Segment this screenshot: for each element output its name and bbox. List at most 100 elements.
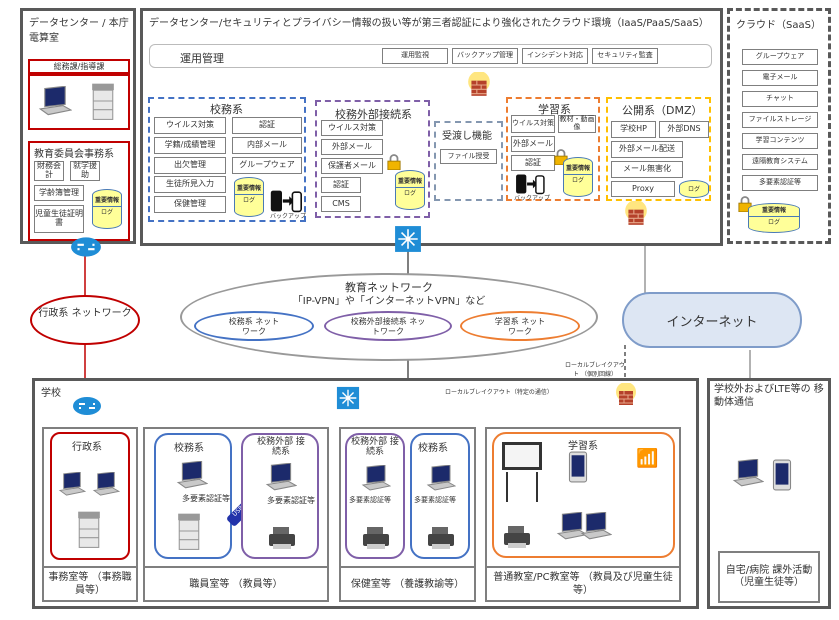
firewall-icon [623, 201, 649, 227]
koumu-ext-item: ウイルス対策 [321, 120, 383, 136]
wifi-access-point-icon: 📶 [636, 448, 659, 469]
koumu-item: ウイルス対策 [154, 117, 226, 134]
dmz-box: 公開系（DMZ） 学校HP 外部DNS 外部メール配送 メール無害化 Proxy… [606, 97, 711, 201]
laptop-icon [580, 512, 612, 540]
school-switch-icon [336, 386, 360, 410]
dmz-item: 外部DNS [659, 121, 709, 138]
mfa-label: 多要素認証等 [349, 496, 391, 504]
saas-item: ファイルストレージ [742, 112, 818, 128]
outside-label: 自宅/病院 課外活動 （児童生徒等） [718, 551, 820, 603]
staff-room-label: 職員室等 （教員等） [143, 566, 329, 602]
staff-koumu-group: 校務系 多要素認証等 [154, 433, 232, 559]
internet-cloud: インターネット [622, 292, 802, 348]
operations-bar: 運用管理 運用監視 バックアップ管理 インシデント対応 セキュリティ監査 [149, 44, 712, 68]
database-icon: 重要情報 ログ [92, 189, 122, 229]
group-title: 校務外部 接続系 [351, 437, 399, 457]
dmz-item: 外部メール配送 [611, 141, 683, 158]
koumu-external-box: 校務外部接続系 ウイルス対策 外部メール 保護者メール 認証 CMS 重要情報ロ… [315, 100, 430, 218]
database-icon: 重要情報 ログ [395, 170, 425, 210]
datacenter-title: データセンター / 本庁 電算室 [29, 18, 129, 44]
saas-item: 電子メール [742, 70, 818, 86]
classroom-learning-group: 学習系 📶 [492, 432, 675, 558]
outside-school-box: 学校外およびLTE等の 移動体通信 自宅/病院 課外活動 （児童生徒等） [707, 378, 831, 609]
learning-item: 認証 [511, 155, 555, 171]
transfer-title: 受渡し機能 [442, 131, 492, 142]
mfa-label: 多要素認証等 [414, 496, 456, 504]
printer-icon [502, 524, 532, 550]
printer-icon [361, 525, 391, 551]
general-affairs-label: 総務課/指導課 [28, 59, 130, 74]
copier-icon [90, 80, 116, 122]
koumu-title: 校務系 [210, 103, 243, 116]
learning-network: 学習系 ネットワーク [460, 311, 580, 341]
learning-item: 教材・動画像 [558, 115, 596, 133]
learning-item: 外部メール [511, 136, 555, 152]
group-title: 学習系 [568, 441, 598, 452]
laptop-icon [732, 459, 764, 487]
router-icon [70, 236, 102, 258]
saas-item: 多要素認証等 [742, 175, 818, 191]
koumu-item: 生徒所見入力 [154, 176, 226, 193]
general-affairs-devices [28, 74, 130, 130]
router-icon [72, 396, 102, 416]
laptop-icon [361, 465, 391, 491]
laptop-icon [38, 86, 72, 116]
laptop-icon [426, 465, 456, 491]
backup-label: バックアップ [514, 195, 551, 202]
health-room-label: 保健室等 （養護教諭等） [339, 566, 476, 602]
board-item: 財務会計 [34, 161, 64, 181]
koumu-item: 出欠管理 [154, 157, 226, 174]
admin-group: 行政系 [50, 432, 130, 560]
koumu-ext-item: 外部メール [321, 139, 383, 155]
tablet-icon [772, 459, 792, 491]
staff-koumu-ext-group: 校務外部 接続系 多要素認証等 [241, 433, 319, 559]
backup-icon [512, 173, 548, 195]
group-title: 校務外部 接続系 [257, 437, 305, 457]
group-title: 校務系 [174, 443, 204, 454]
office-room-label: 事務室等 （事務職員等） [42, 566, 138, 602]
koumu-item: グループウェア [232, 157, 302, 174]
database-icon: 重要情報 ログ [234, 177, 264, 217]
copier-icon [176, 510, 202, 552]
database-icon: 重要情報 ログ [748, 203, 800, 233]
transfer-item: ファイル授受 [440, 149, 497, 164]
datacenter-box: データセンター / 本庁 電算室 総務課/指導課 教育委員会事務系 財務会計 就… [20, 8, 136, 244]
electronic-whiteboard-icon [502, 442, 542, 470]
outside-title: 学校外およびLTE等の 移動体通信 [714, 384, 824, 408]
firewall-icon [614, 383, 638, 407]
dmz-item: Proxy [611, 181, 675, 197]
cloud-env-title: データセンター/セキュリティとプライバシー情報の扱い等が第三者認証により強化され… [149, 18, 709, 29]
backup-icon [268, 189, 304, 213]
health-koumu-ext-group: 校務外部 接続系 多要素認証等 [345, 433, 405, 559]
saas-item: 遠隔教育システム [742, 154, 818, 170]
saas-item: 学習コンテンツ [742, 133, 818, 149]
tablet-icon [568, 451, 588, 483]
koumu-ext-item: 認証 [321, 177, 361, 193]
classroom-label: 普通教室/PC教室等 （教員及び児童生徒等） [485, 566, 681, 602]
saas-title: クラウド（SaaS） [736, 20, 821, 31]
koumu-item: 認証 [232, 117, 302, 134]
printer-icon [426, 525, 456, 551]
log-db-icon: ログ [679, 180, 709, 198]
koumu-ext-item: 保護者メール [321, 158, 383, 174]
dmz-title: 公開系（DMZ） [622, 104, 703, 117]
printer-icon [267, 525, 297, 551]
school-title: 学校 [41, 388, 61, 399]
learning-system-box: 学習系 ウイルス対策 教材・動画像 外部メール 認証 重要情報 ログ バックアップ [506, 97, 600, 202]
ops-item: インシデント対応 [522, 48, 588, 64]
lock-icon [387, 154, 401, 170]
ops-item: 運用監視 [382, 48, 448, 64]
database-icon: 重要情報 ログ [563, 157, 593, 197]
saas-box: クラウド（SaaS） グループウェア 電子メール チャット ファイルストレージ 学習コン… [727, 8, 831, 244]
dmz-item: 学校HP [611, 121, 656, 138]
koumu-network: 校務系 ネットワーク [194, 311, 314, 341]
laptop-icon [58, 472, 86, 496]
board-of-education-box: 教育委員会事務系 財務会計 就学援助 学齢簿管理 児童生徒証明書 重要情報 ログ [28, 141, 130, 241]
koumu-item: 内部メール [232, 137, 302, 154]
health-koumu-group: 校務系 多要素認証等 [410, 433, 470, 559]
firewall-icon [466, 72, 492, 98]
koumu-item: 学籍/成績管理 [154, 137, 226, 154]
board-item: 児童生徒証明書 [34, 205, 84, 233]
mfa-label: 多要素認証等 [267, 496, 315, 505]
core-switch-icon [394, 225, 422, 253]
